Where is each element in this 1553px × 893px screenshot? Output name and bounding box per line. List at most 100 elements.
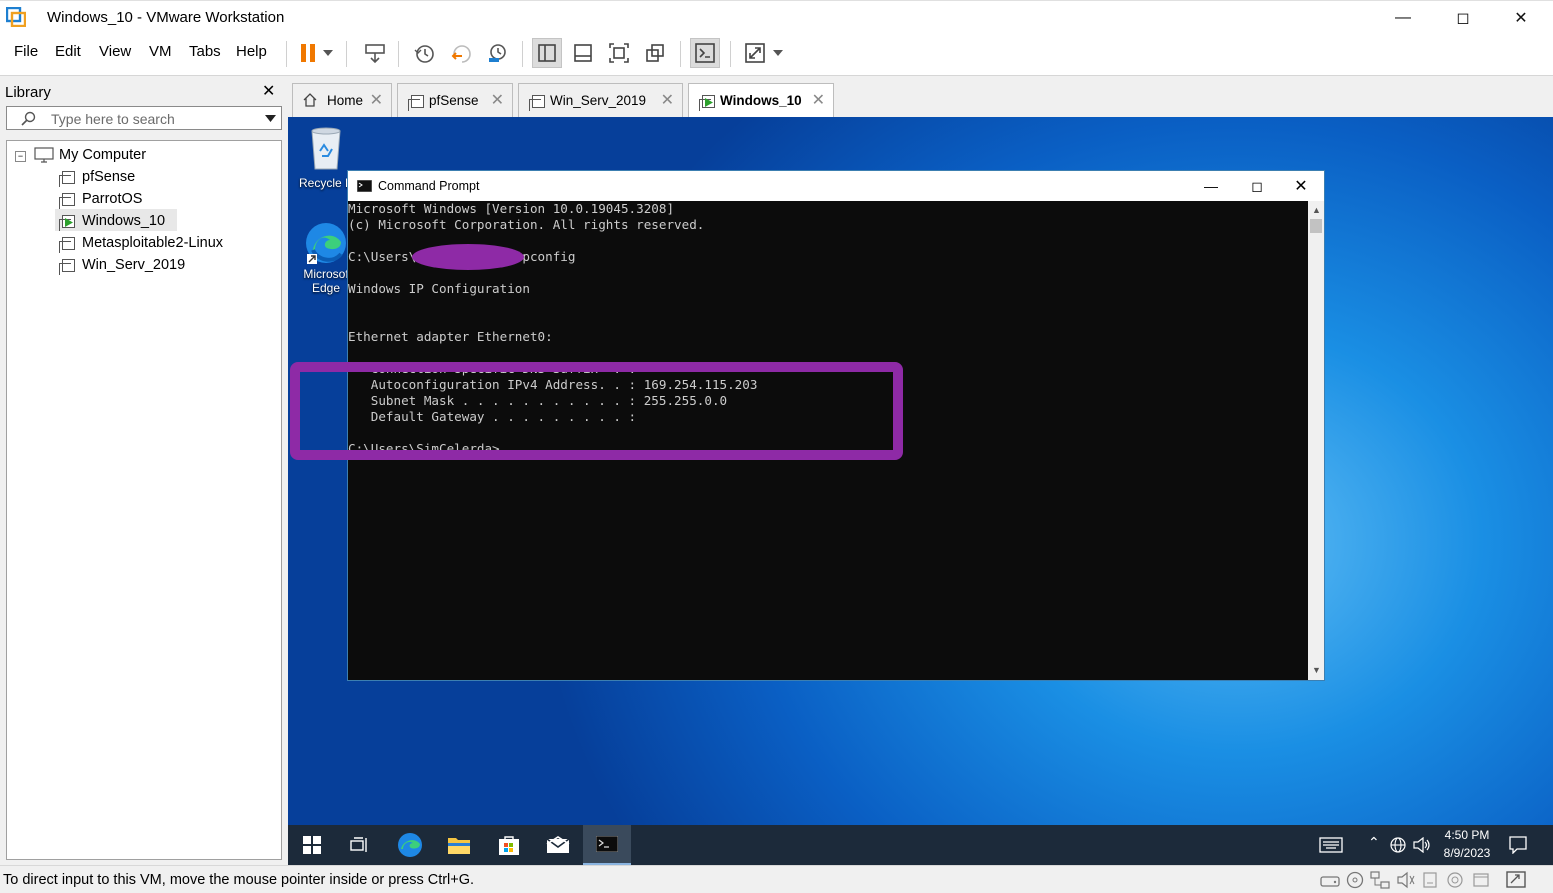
send-ctrl-alt-del-icon[interactable] [360,38,390,68]
store-icon [499,836,519,855]
search-icon [21,111,36,126]
menu-edit[interactable]: Edit [55,43,81,60]
printer-icon[interactable] [1422,871,1438,889]
taskbar-date[interactable]: 8/9/2023 [1438,846,1496,860]
taskbar-time[interactable]: 4:50 PM [1438,828,1496,842]
tree-item-metasploitable2-linux[interactable]: Metasploitable2-Linux [82,233,223,253]
taskbar-cmd-button[interactable] [583,825,631,865]
close-button[interactable]: ✕ [1498,1,1544,34]
home-icon [303,93,317,107]
toolbar-separator [730,41,731,67]
maximize-button[interactable]: ◻ [1440,1,1486,34]
unity-icon[interactable] [640,38,670,68]
tab-close-icon[interactable]: ✕ [661,90,674,110]
usb-device-icon[interactable] [1446,871,1464,889]
tree-item-parrotos[interactable]: ParrotOS [82,189,142,209]
cmd-line: Windows IP Configuration [348,281,530,296]
start-button[interactable] [288,825,336,865]
keyboard-icon[interactable] [1319,837,1343,853]
vm-taskbar: ⌃ 4:50 PM 8/9/2023 [288,825,1553,865]
cmd-line: Ethernet adapter Ethernet0: [348,329,553,344]
tree-item-win-serv-2019[interactable]: Win_Serv_2019 [82,255,185,275]
fit-guest-icon[interactable] [1506,871,1528,889]
menu-help[interactable]: Help [236,43,267,60]
network-adapter-icon[interactable] [1370,871,1390,889]
recycle-bin-icon [311,127,341,170]
cmd-title-bar[interactable]: Command Prompt — ◻ ✕ [348,171,1324,201]
cmd-line [348,345,1308,361]
show-library-icon[interactable] [532,38,562,68]
edge-icon [306,223,346,264]
task-view-button[interactable] [336,825,384,865]
scroll-up-icon[interactable]: ▲ [1312,205,1321,215]
status-message: To direct input to this VM, move the mou… [3,872,475,888]
library-search-box[interactable] [6,106,282,130]
collapse-toggle-icon[interactable]: − [15,151,26,162]
tab-label: Home [327,93,364,108]
menu-tabs[interactable]: Tabs [189,43,221,60]
search-dropdown-chevron-icon[interactable] [265,115,276,122]
cmd-close-button[interactable]: ✕ [1278,171,1324,201]
stretch-dropdown-chevron-icon[interactable] [768,38,788,68]
sound-card-icon[interactable] [1396,871,1416,889]
console-view-icon[interactable] [690,38,720,68]
cmd-minimize-button[interactable]: — [1188,171,1234,201]
stretch-guest-icon[interactable] [740,38,770,68]
full-screen-icon[interactable] [604,38,634,68]
vm-desktop[interactable]: Recycle B Microsof Edge Command Prompt —… [288,117,1553,825]
tab-close-icon[interactable]: ✕ [491,90,504,110]
tab-label: Windows_10 [720,93,802,108]
revert-snapshot-icon[interactable] [446,38,476,68]
cmd-maximize-button[interactable]: ◻ [1234,171,1280,201]
vm-icon [59,193,75,209]
cmd-line: Microsoft Windows [Version 10.0.19045.32… [348,201,675,216]
tab-windows-10[interactable]: Windows_10 ✕ [688,83,834,117]
cmd-scrollbar[interactable]: ▲ ▼ [1308,201,1324,680]
display-icon[interactable] [1472,871,1490,889]
tree-item-windows-10[interactable]: Windows_10 [82,211,165,231]
tab-win-serv-2019[interactable]: Win_Serv_2019 ✕ [518,83,683,117]
vm-icon [408,95,424,111]
library-search-input[interactable] [49,109,253,129]
windows-logo-icon [303,836,321,854]
taskbar-edge-button[interactable] [386,825,434,865]
menu-view[interactable]: View [99,43,131,60]
tab-close-icon[interactable]: ✕ [812,90,825,110]
pause-dropdown-chevron-icon[interactable] [318,38,338,68]
mail-icon [546,836,570,853]
network-globe-icon[interactable] [1390,837,1406,853]
cmd-line [348,297,1308,313]
tree-item-my-computer[interactable]: My Computer [59,145,146,165]
menu-toolbar: File Edit View VM Tabs Help [0,33,1553,76]
snapshot-manager-icon[interactable] [482,38,512,68]
snapshot-icon[interactable] [409,38,439,68]
scroll-thumb[interactable] [1310,219,1322,233]
edge-icon [398,833,422,857]
tab-pfsense[interactable]: pfSense ✕ [397,83,513,117]
vm-icon [59,259,75,275]
volume-icon[interactable] [1413,837,1431,853]
taskbar-store-button[interactable] [485,825,533,865]
notification-icon[interactable] [1509,836,1527,854]
toolbar-separator [346,41,347,67]
tab-home[interactable]: Home ✕ [292,83,392,117]
menu-file[interactable]: File [14,43,38,60]
vm-icon [59,171,75,187]
hard-disk-icon[interactable] [1320,872,1340,888]
taskbar-file-explorer-button[interactable] [435,825,483,865]
cmd-line [348,313,1308,329]
tray-chevron-up-icon[interactable]: ⌃ [1368,834,1380,851]
show-thumbnail-bar-icon[interactable] [568,38,598,68]
minimize-button[interactable]: — [1380,1,1426,34]
menu-vm[interactable]: VM [149,43,172,60]
cd-dvd-icon[interactable] [1346,871,1364,889]
task-view-icon [350,837,367,852]
cmd-icon [596,836,618,852]
computer-icon [34,147,54,163]
scroll-down-icon[interactable]: ▼ [1312,665,1321,675]
vm-tab-strip: Home ✕ pfSense ✕ Win_Serv_2019 ✕ Windows… [288,76,1553,117]
tab-close-icon[interactable]: ✕ [370,90,383,110]
taskbar-mail-button[interactable] [534,825,582,865]
library-close-icon[interactable]: ✕ [262,81,275,101]
tree-item-pfsense[interactable]: pfSense [82,167,135,187]
